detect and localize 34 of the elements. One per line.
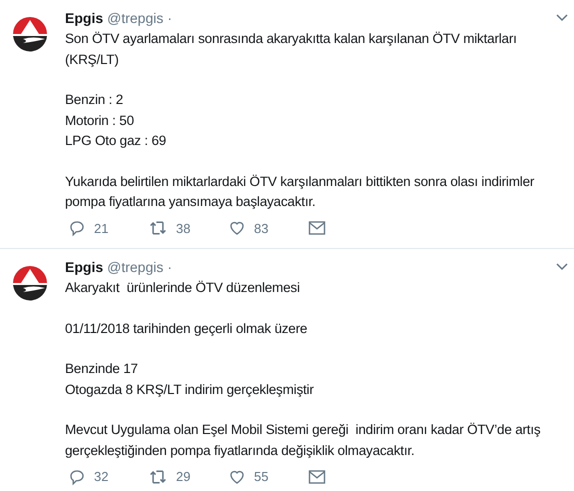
mail-icon[interactable] [308,468,326,485]
retweet-count: 38 [176,220,190,238]
tweet-text-line: Benzinde 17 [65,360,139,378]
reply-count: 21 [94,220,108,238]
reply-icon[interactable] [68,219,86,238]
separator-dot: · [167,8,172,28]
author-name[interactable]: Epgis [65,256,104,278]
retweet-count: 29 [176,468,190,486]
tweet-text-line: Motorin : 50 [65,112,135,130]
reply-count: 32 [94,468,108,486]
reply-icon[interactable] [68,468,86,486]
author-handle[interactable]: @trepgis [107,8,164,28]
heart-icon[interactable] [228,219,246,238]
like-count: 55 [254,468,268,486]
separator-dot: · [167,258,172,276]
tweet-text-line: Son ÖTV ayarlamaları sonrasında akaryakıtta kalan karşılanan ÖTV miktarları [65,30,518,48]
tweet-text-line: Akaryakıt ürünlerinde ÖTV düzenlemesi [65,279,301,297]
tweet-text-line: gerçekleştiğinden pompa fiyatlarında değişiklik olmayacaktır. [65,442,416,460]
like-count: 83 [254,220,268,238]
author-handle[interactable]: @trepgis [107,256,164,278]
chevron-down-icon[interactable] [556,263,568,271]
tweet-text-line: Benzin : 2 [65,91,124,109]
tweet-text-line: LPG Oto gaz : 69 [65,132,168,150]
tweet-text-line: (KRŞ/LT) [65,50,120,69]
tweet-text-line: Otogazda 8 KRŞ/LT indirim gerçekleşmiştir [65,380,315,399]
tweet-text-line: Yukarıda belirtilen miktarlardaki ÖTV karşılanmaları bittikten sonra olası indirimler [65,172,536,191]
chevron-down-icon[interactable] [556,14,568,22]
mail-icon[interactable] [308,220,326,236]
tweet-text-line: Mevcut Uygulama olan Eşel Mobil Sistemi gereği indirim oranı kadar ÖTV’de artış [65,421,542,439]
author-name[interactable]: Epgis [65,8,104,28]
retweet-icon[interactable] [148,468,168,486]
tweet-text-line: pompa fiyatlarına yansımaya başlayacaktır. [65,193,316,211]
tweet-text-line: 01/11/2018 tarihinden geçerli olmak üzere [65,320,308,338]
retweet-icon[interactable] [148,219,168,238]
